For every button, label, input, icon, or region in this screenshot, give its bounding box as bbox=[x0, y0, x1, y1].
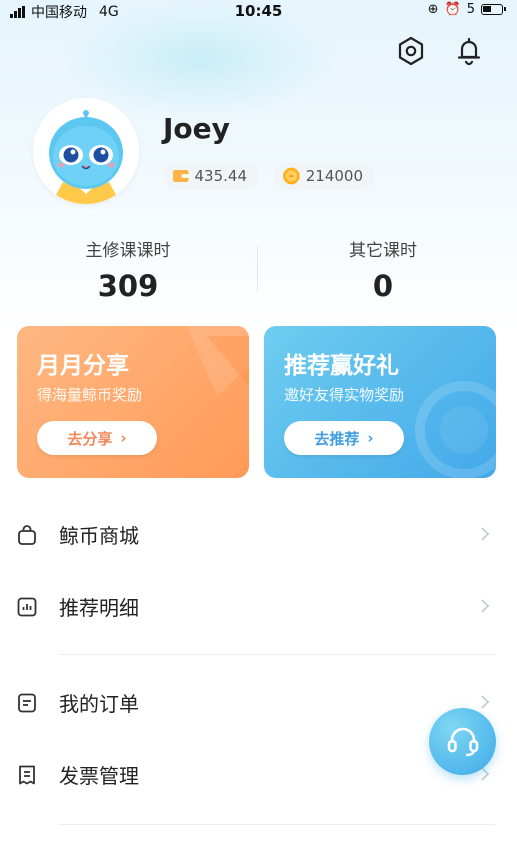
wallet-icon bbox=[173, 169, 189, 183]
menu-item-label: 推荐明细 bbox=[59, 596, 139, 620]
chevron-right-icon bbox=[481, 527, 490, 541]
menu-item-label: 发票管理 bbox=[59, 764, 139, 788]
coin-balance: 214000 bbox=[305, 167, 363, 185]
alarm-icon: ⏰ bbox=[444, 2, 461, 17]
main-course-hours: 主修课课时 309 bbox=[8, 236, 248, 303]
share-button-label: 去分享 bbox=[67, 429, 113, 448]
refer-card-title: 推荐赢好礼 bbox=[284, 353, 399, 379]
share-card-decoration bbox=[187, 326, 249, 396]
status-bar: 中国移动 4G 10:45 ⊕ ⏰ 5 bbox=[0, 0, 517, 22]
battery-icon bbox=[481, 4, 506, 15]
invoice-icon bbox=[19, 765, 35, 785]
chevron-right-icon bbox=[481, 695, 490, 709]
notification-button[interactable] bbox=[454, 36, 484, 66]
lock-rotation-icon: ⊕ bbox=[427, 2, 439, 17]
coin-balance-pill[interactable]: 214000 bbox=[273, 162, 375, 190]
refer-promo-card[interactable]: 推荐赢好礼 邀好友得实物奖励 去推荐 › bbox=[264, 326, 496, 478]
whale-mascot-icon bbox=[33, 98, 139, 204]
share-button[interactable]: 去分享 › bbox=[37, 421, 157, 455]
avatar[interactable] bbox=[33, 98, 139, 204]
settings-button[interactable] bbox=[396, 36, 426, 66]
other-course-hours: 其它课时 0 bbox=[263, 236, 503, 303]
refer-card-decoration bbox=[415, 381, 496, 478]
share-card-subtitle: 得海量鲸币奖励 bbox=[37, 386, 143, 404]
menu-separator bbox=[59, 654, 495, 655]
other-course-hours-label: 其它课时 bbox=[349, 241, 417, 261]
customer-service-button[interactable] bbox=[429, 708, 496, 775]
menu-separator bbox=[59, 824, 495, 825]
settings-hexagon-icon bbox=[398, 36, 424, 66]
main-course-hours-label: 主修课课时 bbox=[85, 241, 171, 261]
battery-percent: 5 bbox=[466, 2, 475, 17]
status-right: ⊕ ⏰ 5 bbox=[427, 2, 506, 17]
other-course-hours-value: 0 bbox=[372, 269, 394, 303]
bar-chart-icon bbox=[17, 597, 37, 617]
main-course-hours-value: 309 bbox=[97, 269, 159, 303]
order-icon bbox=[18, 693, 36, 713]
refer-card-subtitle: 邀好友得实物奖励 bbox=[284, 386, 405, 404]
share-card-title: 月月分享 bbox=[37, 353, 129, 379]
wallet-balance-pill[interactable]: 435.44 bbox=[163, 162, 259, 190]
menu-item-label: 我的订单 bbox=[59, 692, 139, 716]
stats-divider bbox=[257, 246, 258, 292]
chevron-right-icon: › bbox=[120, 429, 127, 447]
share-promo-card[interactable]: 月月分享 得海量鲸币奖励 去分享 › bbox=[17, 326, 249, 478]
shopping-bag-icon bbox=[18, 525, 36, 545]
refer-button[interactable]: 去推荐 › bbox=[284, 421, 404, 455]
refer-button-label: 去推荐 bbox=[314, 429, 360, 448]
wallet-balance: 435.44 bbox=[194, 167, 248, 185]
menu-item-label: 鲸币商城 bbox=[59, 524, 139, 548]
username: Joey bbox=[163, 112, 230, 145]
bell-icon bbox=[457, 37, 481, 66]
menu-item-referral-details[interactable]: 推荐明细 bbox=[0, 576, 517, 636]
headset-icon bbox=[447, 727, 479, 757]
menu-item-coin-mall[interactable]: 鲸币商城 bbox=[0, 504, 517, 564]
chevron-right-icon: › bbox=[367, 429, 374, 447]
chevron-right-icon bbox=[481, 599, 490, 613]
coin-icon bbox=[283, 167, 300, 185]
